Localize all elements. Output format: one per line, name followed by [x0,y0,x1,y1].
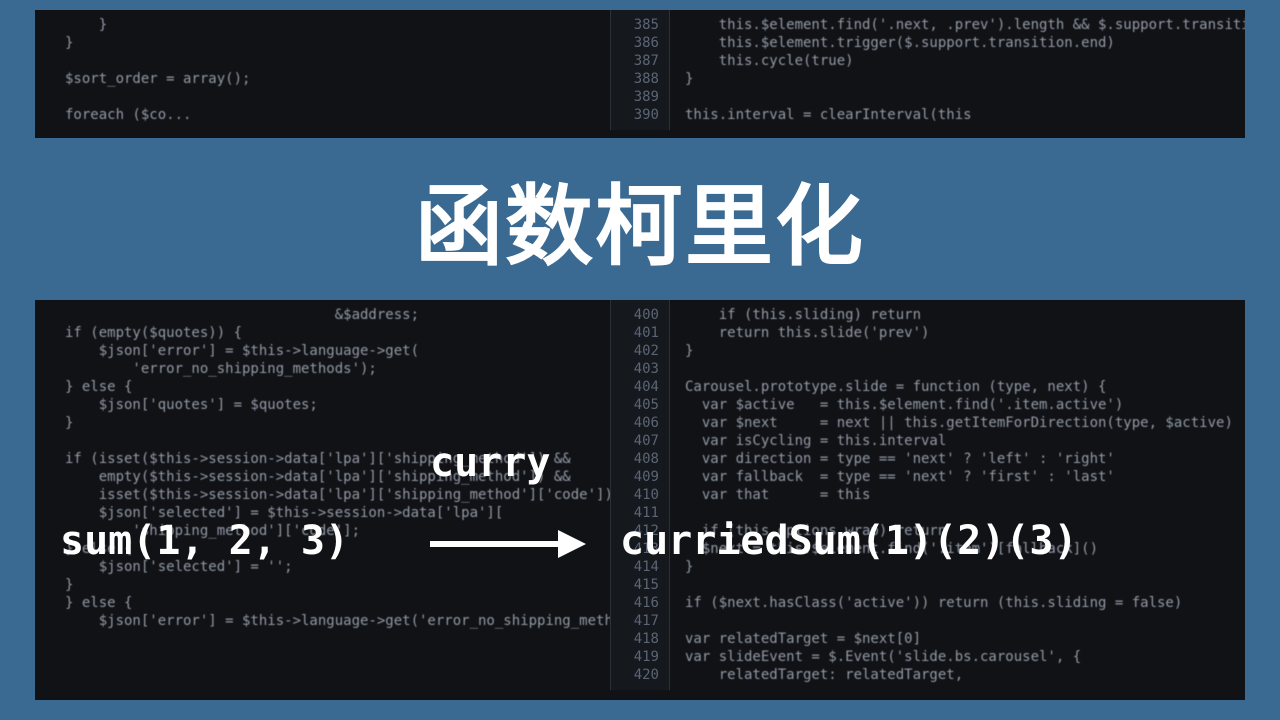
code-panel-top: } } $sort_order = array(); foreach ($co.… [35,10,1245,138]
code-bottom-left: &$address; if (empty($quotes)) { $json['… [55,300,595,636]
code-top-left: } } $sort_order = array(); foreach ($co.… [55,10,595,130]
line-numbers-bottom: 400 401 402 403 404 405 406 407 408 409 … [610,300,670,690]
page-title: 函数柯里化 [415,156,865,283]
code-top-right: this.$element.find('.next, .prev').lengt… [675,10,1235,130]
line-numbers-top: 385 386 387 388 389 390 [610,10,670,130]
code-panel-bottom: &$address; if (empty($quotes)) { $json['… [35,300,1245,700]
code-bottom-right: if (this.sliding) return return this.sli… [675,300,1235,690]
title-band: 函数柯里化 [0,138,1280,300]
